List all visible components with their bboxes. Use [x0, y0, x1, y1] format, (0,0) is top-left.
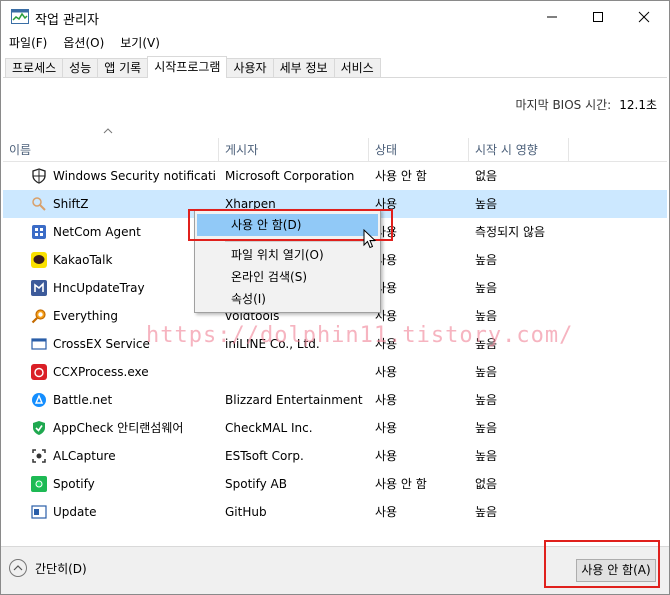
- row-impact: 없음: [475, 477, 498, 491]
- row-impact: 측정되지 않음: [475, 225, 546, 239]
- task-manager-window: 작업 관리자 파일(F) 옵션(O) 보기(V) 프로세스 성능 앱 기록 시작…: [0, 0, 670, 595]
- mouse-cursor-icon: [363, 229, 377, 249]
- tab-users[interactable]: 사용자: [226, 58, 274, 78]
- row-status: 사용 안 함: [375, 477, 427, 491]
- row-status: 사용: [375, 505, 398, 519]
- row-name: Battle.net: [53, 393, 113, 407]
- column-status[interactable]: 상태: [369, 138, 469, 162]
- row-publisher: Blizzard Entertainment: [225, 393, 363, 407]
- title-bar[interactable]: 작업 관리자: [1, 1, 669, 33]
- maximize-button[interactable]: [575, 1, 621, 33]
- table-row[interactable]: Spotify Spotify AB 사용 안 함 없음: [3, 470, 667, 498]
- row-name: AppCheck 안티랜섬웨어: [53, 421, 184, 435]
- tab-services[interactable]: 서비스: [333, 58, 381, 78]
- alcapture-icon: [32, 449, 46, 463]
- row-publisher: CheckMAL Inc.: [225, 421, 313, 435]
- bios-time: 마지막 BIOS 시간: 12.1초: [516, 96, 657, 113]
- close-button[interactable]: [621, 1, 667, 33]
- row-name: Update: [53, 505, 97, 519]
- row-impact: 높음: [475, 365, 498, 379]
- context-open-file-location[interactable]: 파일 위치 열기(O): [197, 244, 378, 266]
- chevron-up-icon: [9, 559, 27, 577]
- tab-processes[interactable]: 프로세스: [5, 58, 64, 78]
- column-publisher[interactable]: 게시자: [219, 138, 369, 162]
- row-impact: 높음: [475, 449, 498, 463]
- window-title: 작업 관리자: [35, 13, 99, 28]
- shiftz-icon: [32, 197, 46, 211]
- sort-ascending-icon: [103, 128, 113, 134]
- battlenet-icon: [32, 393, 46, 407]
- row-publisher: ESTsoft Corp.: [225, 449, 304, 463]
- row-impact: 높음: [475, 281, 498, 295]
- table-row[interactable]: ALCapture ESTsoft Corp. 사용 높음: [3, 442, 667, 470]
- menu-options[interactable]: 옵션(O): [55, 33, 112, 53]
- collapse-toggle[interactable]: 간단히(D): [9, 559, 87, 577]
- hnc-icon: [31, 280, 47, 296]
- task-manager-icon: [11, 9, 29, 24]
- appcheck-icon: [33, 421, 45, 435]
- row-name: ALCapture: [53, 449, 116, 463]
- tab-startup[interactable]: 시작프로그램: [147, 56, 228, 78]
- highlight-box-disable-button: [544, 540, 660, 588]
- table-row[interactable]: CCXProcess.exe 사용 높음: [3, 358, 667, 386]
- table-row[interactable]: Update GitHub 사용 높음: [3, 498, 667, 526]
- table-row[interactable]: AppCheck 안티랜섬웨어 CheckMAL Inc. 사용 높음: [3, 414, 667, 442]
- table-row[interactable]: Windows Security notificati... Microsoft…: [3, 162, 667, 190]
- row-impact: 높음: [475, 505, 498, 519]
- row-status: 사용: [375, 421, 398, 435]
- update-icon: [31, 505, 47, 519]
- row-impact: 없음: [475, 169, 498, 183]
- minimize-button[interactable]: [529, 1, 575, 33]
- tab-details[interactable]: 세부 정보: [272, 58, 335, 78]
- column-startup-impact[interactable]: 시작 시 영향: [469, 138, 569, 162]
- spotify-icon: [31, 476, 47, 492]
- row-impact: 높음: [475, 421, 498, 435]
- search-icon: [31, 309, 46, 324]
- row-publisher: Microsoft Corporation: [225, 169, 355, 183]
- row-name: KakaoTalk: [53, 253, 113, 267]
- row-impact: 높음: [475, 197, 498, 211]
- tab-performance[interactable]: 성능: [62, 58, 99, 78]
- minimize-icon: [547, 16, 557, 18]
- row-name: HncUpdateTray: [53, 281, 145, 295]
- row-status: 사용: [375, 393, 398, 407]
- row-impact: 높음: [475, 393, 498, 407]
- maximize-icon: [593, 12, 603, 22]
- row-status: 사용: [375, 365, 398, 379]
- tab-strip: 프로세스 성능 앱 기록 시작프로그램 사용자 세부 정보 서비스: [5, 56, 381, 78]
- context-separator: [225, 241, 375, 242]
- menu-file[interactable]: 파일(F): [1, 33, 55, 53]
- row-name: Spotify: [53, 477, 95, 491]
- row-status: 사용: [375, 449, 398, 463]
- menu-view[interactable]: 보기(V): [112, 33, 168, 53]
- table-row[interactable]: Battle.net Blizzard Entertainment 사용 높음: [3, 386, 667, 414]
- close-icon: [638, 11, 650, 23]
- watermark: https://dolphin11.tistory.com/: [146, 323, 574, 348]
- row-name: Windows Security notificati...: [53, 169, 217, 183]
- row-publisher: [225, 358, 370, 386]
- row-publisher: Spotify AB: [225, 477, 287, 491]
- context-search-online[interactable]: 온라인 검색(S): [197, 266, 378, 288]
- bios-time-value: 12.1초: [619, 98, 657, 112]
- collapse-label: 간단히(D): [35, 561, 87, 576]
- row-status: 사용: [375, 281, 398, 295]
- row-name: CCXProcess.exe: [53, 365, 149, 379]
- shield-icon: [32, 168, 46, 184]
- tab-app-history[interactable]: 앱 기록: [97, 58, 149, 78]
- context-properties[interactable]: 속성(I): [197, 288, 378, 310]
- window-icon: [31, 338, 47, 350]
- creative-cloud-icon: [31, 364, 47, 380]
- bios-time-label: 마지막 BIOS 시간:: [515, 98, 612, 112]
- netcom-icon: [32, 225, 46, 239]
- menu-bar: 파일(F) 옵션(O) 보기(V): [1, 33, 669, 53]
- column-header: 이름 게시자 상태 시작 시 영향: [3, 138, 667, 162]
- row-status: 사용 안 함: [375, 169, 427, 183]
- kakaotalk-icon: [31, 252, 47, 268]
- row-impact: 높음: [475, 253, 498, 267]
- row-publisher: GitHub: [225, 505, 267, 519]
- row-status: 사용: [375, 253, 398, 267]
- column-name[interactable]: 이름: [3, 138, 219, 162]
